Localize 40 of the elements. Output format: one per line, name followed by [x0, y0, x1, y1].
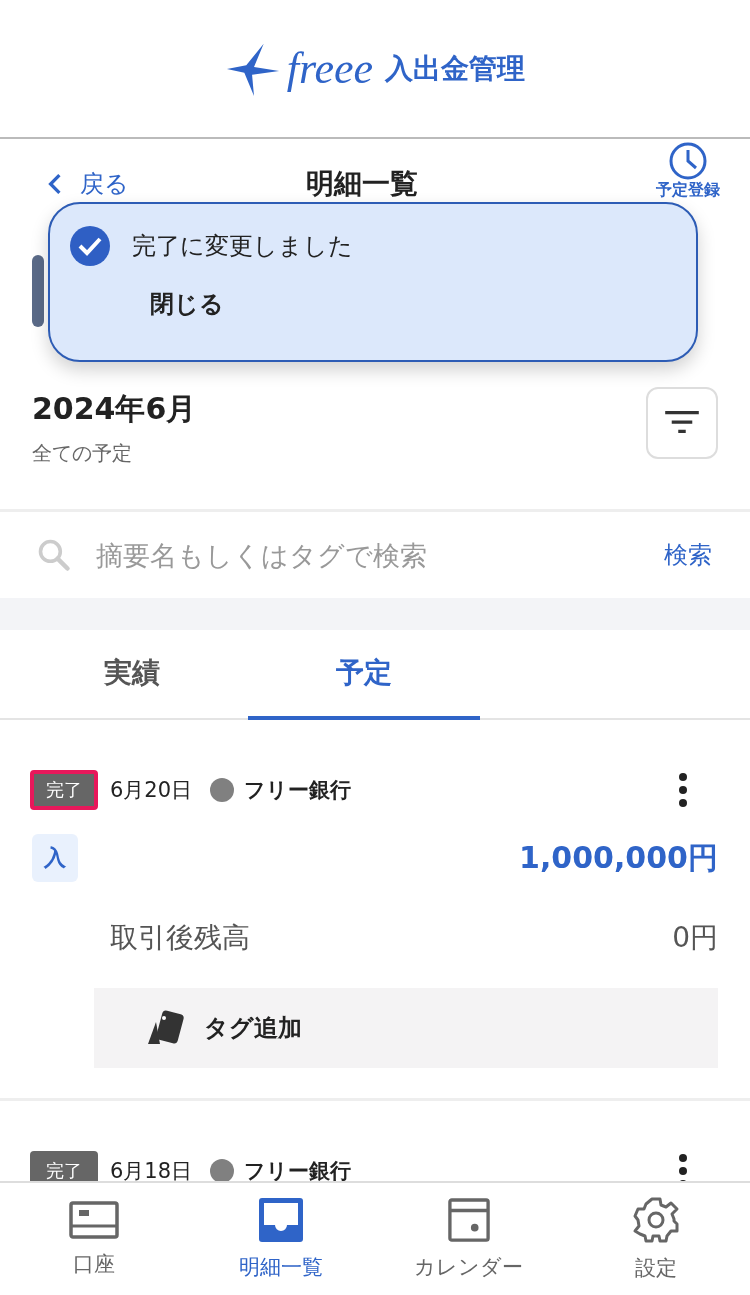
back-icon — [48, 173, 62, 195]
product-name: 入出金管理 — [385, 50, 526, 87]
account-name: フリー銀行 — [244, 1158, 352, 1181]
search-button[interactable]: 検索 — [658, 538, 718, 572]
date-text: 6月20日 — [110, 777, 193, 804]
balance-value: 0円 — [672, 920, 718, 956]
bottom-nav-item[interactable]: カレンダー — [375, 1183, 563, 1295]
search-icon — [36, 537, 72, 573]
bottom-nav-item[interactable]: 明細一覧 — [187, 1183, 375, 1295]
tab[interactable]: 予定 — [248, 630, 480, 720]
date-text: 6月18日 — [110, 1158, 193, 1181]
more-icon[interactable] — [678, 773, 688, 807]
check-icon — [70, 226, 110, 266]
bottom-nav-item[interactable]: 設定 — [562, 1183, 750, 1295]
more-icon[interactable] — [678, 1154, 688, 1181]
filter-label: 全ての予定 — [32, 440, 133, 467]
account-name: フリー銀行 — [244, 777, 352, 804]
status-badge: 完了 — [30, 1151, 98, 1181]
search-field[interactable]: 摘要名もしくはタグで検索 — [94, 538, 636, 572]
tab[interactable]: 実績 — [16, 630, 248, 720]
filter-button[interactable] — [646, 387, 718, 459]
card-icon — [68, 1200, 119, 1240]
scrollbar[interactable] — [32, 255, 44, 327]
close-button[interactable]: 閉じる — [150, 288, 224, 320]
settings-icon — [632, 1196, 681, 1244]
schedule-button[interactable]: 予定登録 — [656, 141, 720, 199]
toast-message: 完了に変更しました — [132, 231, 353, 262]
month-title: 2024年6月 — [32, 390, 197, 428]
inbox-icon — [258, 1197, 305, 1243]
logo-wordmark: freee — [286, 43, 374, 94]
direction-badge: 入 — [32, 834, 78, 882]
add-tag-button[interactable]: タグ追加 — [94, 988, 718, 1068]
back-link[interactable]: 戻る — [48, 168, 248, 200]
balance-label: 取引後残高 — [110, 920, 250, 956]
status-badge: 完了 — [30, 770, 98, 810]
bottom-nav-item[interactable]: 口座 — [0, 1183, 188, 1295]
clock-icon — [668, 141, 708, 181]
calendar-icon — [447, 1197, 490, 1243]
page-title: 明細一覧 — [305, 166, 419, 202]
amount-text: 1,000,000円 — [519, 838, 718, 877]
